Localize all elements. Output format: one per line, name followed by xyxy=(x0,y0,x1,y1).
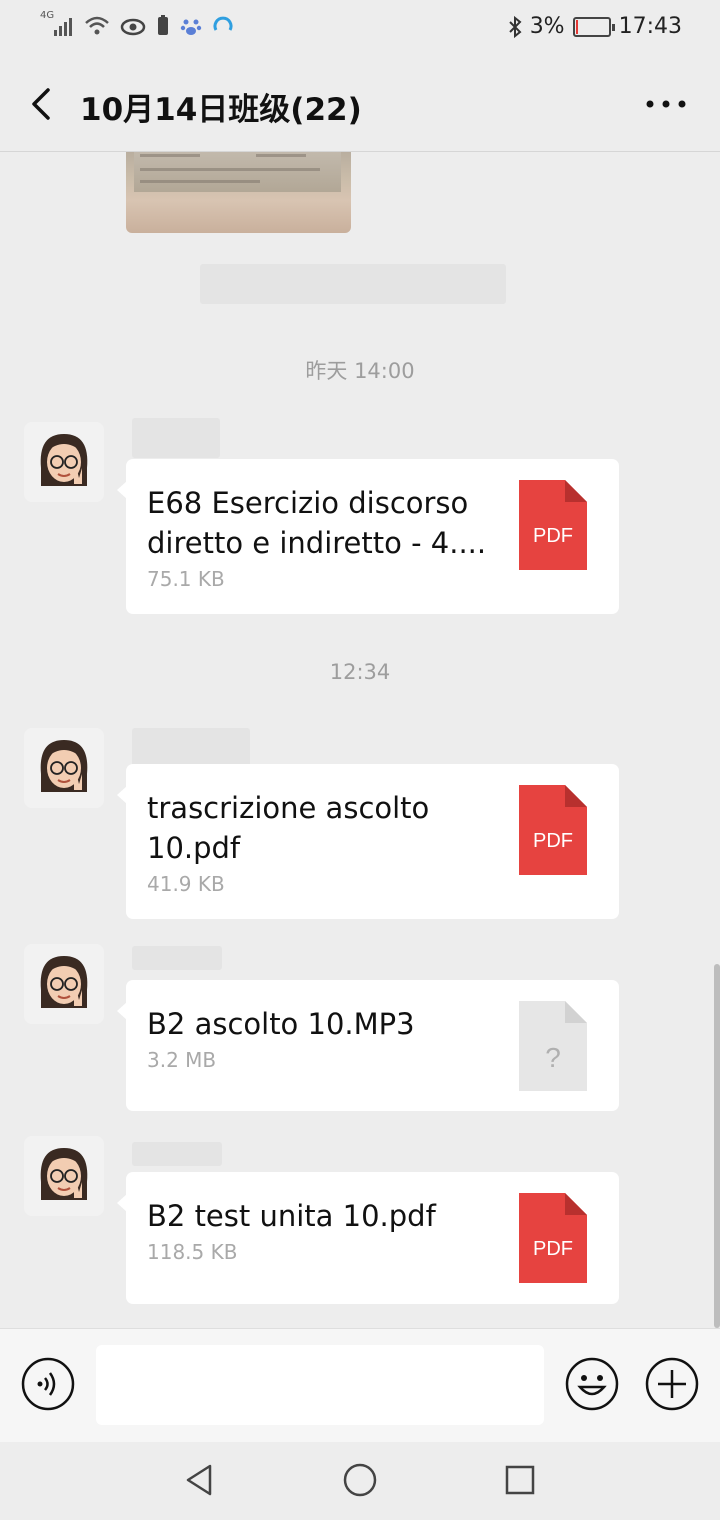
system-back-button[interactable] xyxy=(180,1460,220,1500)
memoji-icon xyxy=(40,740,88,792)
blurred-sender-name xyxy=(132,1142,222,1166)
battery-percent: 3% xyxy=(529,14,565,39)
plus-icon xyxy=(645,1357,699,1411)
back-triangle-icon xyxy=(186,1464,212,1496)
file-message[interactable]: trascrizione ascolto 10.pdf 41.9 KB PDF xyxy=(117,764,619,919)
file-size: 118.5 KB xyxy=(147,1240,238,1264)
pdf-file-icon: PDF xyxy=(519,1193,587,1283)
more-button[interactable] xyxy=(642,86,690,122)
file-name: B2 test unita 10.pdf xyxy=(147,1199,436,1233)
file-type-label: PDF xyxy=(533,1238,573,1260)
eye-icon xyxy=(120,18,146,36)
back-arrow-icon xyxy=(32,88,50,120)
emoji-button[interactable] xyxy=(565,1357,619,1411)
memoji-icon xyxy=(40,956,88,1008)
system-recents-button[interactable] xyxy=(500,1460,540,1500)
recents-square-icon xyxy=(505,1465,535,1495)
chat-title: 10月14日班级(22) xyxy=(80,92,362,128)
blurred-sender-name xyxy=(132,728,250,768)
system-home-button[interactable] xyxy=(340,1460,380,1500)
memoji-icon xyxy=(40,1148,88,1200)
image-detail xyxy=(140,168,320,171)
emoji-icon xyxy=(565,1357,619,1411)
file-size: 75.1 KB xyxy=(147,567,225,591)
avatar[interactable] xyxy=(24,1136,104,1216)
more-actions-button[interactable] xyxy=(645,1357,699,1411)
timestamp: 12:34 xyxy=(329,660,391,684)
memoji-icon xyxy=(40,434,88,486)
scrollbar[interactable] xyxy=(714,964,720,1328)
bluetooth-icon xyxy=(508,15,522,38)
baidu-icon xyxy=(180,19,202,35)
system-navigation-bar xyxy=(0,1442,720,1520)
pdf-file-icon: PDF xyxy=(519,480,587,570)
battery-saver-icon xyxy=(158,15,168,35)
image-content xyxy=(134,152,341,192)
image-message[interactable] xyxy=(126,152,351,233)
file-name: trascrizione ascolto 10.pdf xyxy=(147,791,430,865)
file-name: B2 ascolto 10.MP3 xyxy=(147,1007,415,1041)
battery-icon xyxy=(572,16,615,37)
avatar[interactable] xyxy=(24,944,104,1024)
blurred-text xyxy=(200,264,506,304)
status-left: 4G xyxy=(40,10,234,38)
file-message[interactable]: B2 test unita 10.pdf 118.5 KB PDF xyxy=(117,1172,619,1304)
avatar[interactable] xyxy=(24,728,104,808)
wifi-icon xyxy=(85,16,109,35)
file-name: E68 Esercizio discorso diretto e indiret… xyxy=(147,486,487,560)
file-type-label: PDF xyxy=(533,830,573,852)
chat-header: 10月14日班级(22) xyxy=(0,56,720,152)
battery-fill xyxy=(575,19,578,34)
status-bar: 4G 3% 17:43 xyxy=(0,0,720,56)
network-type: 4G xyxy=(40,10,55,21)
timestamp: 昨天 14:00 xyxy=(305,359,415,383)
clock: 17:43 xyxy=(618,14,682,39)
home-circle-icon xyxy=(343,1463,377,1497)
unknown-file-icon: ? xyxy=(519,1001,587,1091)
chat-area[interactable]: 昨天 14:00 E68 Esercizio discorso diretto … xyxy=(0,152,720,1328)
back-button[interactable] xyxy=(20,78,68,130)
pdf-file-icon: PDF xyxy=(519,785,587,875)
voice-button[interactable] xyxy=(21,1357,75,1411)
voice-icon xyxy=(21,1357,75,1411)
loading-icon xyxy=(213,16,233,31)
input-bar xyxy=(0,1328,720,1442)
message-input[interactable] xyxy=(96,1345,544,1425)
image-detail xyxy=(140,180,260,183)
file-type-label: PDF xyxy=(533,525,573,547)
image-detail xyxy=(256,154,306,157)
file-type-label: ? xyxy=(545,1042,561,1073)
status-right: 3% 17:43 xyxy=(508,14,682,39)
file-size: 41.9 KB xyxy=(147,872,225,896)
avatar[interactable] xyxy=(24,422,104,502)
more-dots-icon xyxy=(646,100,686,108)
blurred-sender-name xyxy=(132,946,222,970)
file-message[interactable]: B2 ascolto 10.MP3 3.2 MB ? xyxy=(117,980,619,1111)
blurred-sender-name xyxy=(132,418,220,458)
signal-icon: 4G xyxy=(40,10,74,38)
image-detail xyxy=(140,154,200,157)
file-message[interactable]: E68 Esercizio discorso diretto e indiret… xyxy=(117,459,619,614)
file-size: 3.2 MB xyxy=(147,1048,217,1072)
